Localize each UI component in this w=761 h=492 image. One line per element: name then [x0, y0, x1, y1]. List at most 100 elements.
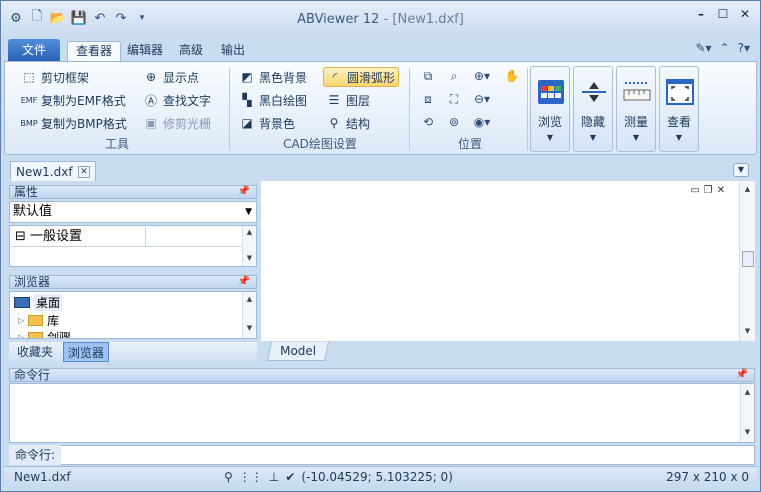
tab-new1-dxf[interactable]: New1.dxf ✕ [10, 161, 96, 181]
copy-bmp-button[interactable]: BMP 复制为BMP格式 [20, 113, 127, 133]
group-divider [527, 68, 528, 150]
expand-icon[interactable]: ▷ [18, 316, 24, 325]
show-points-label: 显示点 [163, 70, 200, 85]
command-input[interactable] [9, 445, 755, 465]
restore-icon[interactable]: ❐ [704, 185, 713, 196]
general-settings-row[interactable]: ⊟ 一般设置 [11, 227, 245, 247]
fit-window-icon[interactable]: ⧉ [419, 67, 437, 85]
trim-raster-button[interactable]: ▣ 修剪光栅 [143, 113, 211, 133]
pin-icon[interactable]: 📌 [238, 186, 250, 198]
properties-combo[interactable]: 默认值 ▼ [9, 201, 257, 223]
pin-icon[interactable]: 📌 [238, 276, 250, 288]
scroll-up-icon[interactable]: ▲ [741, 388, 754, 396]
tab-output[interactable]: 输出 [213, 41, 253, 61]
view-button[interactable]: 查看 ▼ [659, 66, 699, 152]
ortho-icon[interactable]: ⊥ [269, 467, 279, 487]
tree-node-library[interactable]: ▷ 库 [18, 312, 59, 329]
snap-icon[interactable]: ⚲ [224, 467, 233, 487]
scroll-thumb[interactable] [742, 251, 754, 267]
structure-button[interactable]: ⚲ 结构 [326, 113, 370, 133]
hide-button[interactable]: 隐藏 ▼ [573, 66, 613, 152]
background-color-button[interactable]: ◪ 背景色 [239, 113, 295, 133]
pan-hand-icon[interactable]: ✋ [503, 67, 521, 85]
scroll-up-icon[interactable]: ▲ [243, 228, 256, 236]
clip-frame-button[interactable]: ⬚ 剪切框架 [21, 67, 89, 87]
zoom-realtime-icon[interactable]: ◉▾ [473, 113, 491, 131]
scroll-down-icon[interactable]: ▼ [243, 254, 256, 262]
tree-node-other[interactable]: ▷ 剑骤 [18, 329, 71, 338]
maximize-icon[interactable]: ☐ [714, 7, 732, 23]
status-bar: New1.dxf ⚲ ⋮⋮ ⊥ ✔ (-10.04529; 5.103225; … [4, 466, 757, 488]
group-label-cad-settings: CAD绘图设置 [283, 137, 357, 151]
tab-advanced[interactable]: 高级 [171, 41, 211, 61]
polar-icon[interactable]: ✔ [285, 467, 295, 487]
orbit-icon[interactable]: ⊚ [445, 113, 463, 131]
help-icon[interactable]: ?▾ [738, 41, 750, 55]
column-divider [145, 227, 146, 247]
drawing-canvas[interactable]: ▭ ❐ ✕ [261, 181, 739, 341]
copy-bmp-label: 复制为BMP格式 [41, 116, 127, 131]
bw-drawing-icon: ▚ [242, 93, 252, 107]
zoom-out-icon[interactable]: ⊖▾ [473, 90, 491, 108]
pen-options-icon[interactable]: ✎▾ [695, 41, 711, 55]
collapse-icon[interactable]: ⊟ [15, 229, 26, 244]
zoom-extents-icon[interactable]: ⛶ [445, 90, 463, 108]
collapse-ribbon-icon[interactable]: ⌃ [720, 41, 730, 55]
status-tools: ⚲ ⋮⋮ ⊥ ✔ (-10.04529; 5.103225; 0) [224, 467, 453, 487]
tree-label-library: 库 [47, 314, 60, 328]
expand-icon[interactable]: ▷ [18, 333, 24, 338]
find-text-button[interactable]: Ⓐ 查找文字 [143, 90, 211, 110]
properties-scrollbar[interactable]: ▲ ▼ [242, 226, 256, 266]
layers-button[interactable]: ☰ 图层 [326, 90, 370, 110]
grid-icon[interactable]: ⋮⋮ [239, 467, 263, 487]
browser-scrollbar[interactable]: ▲ ▼ [242, 292, 256, 338]
tab-editor[interactable]: 编辑器 [119, 41, 171, 61]
group-label-position: 位置 [457, 137, 482, 151]
canvas-vertical-scrollbar[interactable]: ▲ ▼ [739, 181, 755, 341]
emf-icon: EMF [20, 95, 38, 105]
rotate-3d-icon[interactable]: ⟲ [419, 113, 437, 131]
bmp-icon: BMP [20, 118, 38, 128]
tab-model[interactable]: Model [266, 342, 330, 361]
zoom-in-icon[interactable]: ⊕▾ [473, 67, 491, 85]
tab-list-dropdown-icon[interactable]: ▼ [733, 163, 749, 177]
window-controls: – ☐ ✕ [692, 7, 754, 23]
properties-panel-header: 属性 📌 [9, 185, 257, 199]
tab-viewer[interactable]: 查看器 [67, 41, 122, 61]
scroll-down-icon[interactable]: ▼ [741, 428, 754, 436]
bw-drawing-button[interactable]: ▚ 黑白绘图 [239, 90, 307, 110]
black-background-label: 黑色背景 [259, 70, 308, 85]
command-scrollbar[interactable]: ▲ ▼ [740, 384, 754, 442]
tab-browser[interactable]: 浏览器 [63, 342, 110, 362]
show-points-button[interactable]: ⊕ 显示点 [143, 67, 199, 87]
scroll-down-icon[interactable]: ▼ [243, 324, 256, 332]
panel-bottom-tabs: 收藏夹 浏览器 [9, 342, 257, 362]
ribbon-group-tools: ⬚ 剪切框架 EMF 复制为EMF格式 BMP 复制为BMP格式 ⊕ 显示点 Ⓐ 查找文字… [5, 62, 229, 154]
close-icon[interactable]: ✕ [736, 7, 754, 23]
previous-view-icon[interactable]: ⧈ [419, 90, 437, 108]
tree-node-desktop[interactable]: 桌面 [14, 294, 63, 311]
measure-button[interactable]: 测量 ▼ [616, 66, 656, 152]
model-tab-label: Model [280, 344, 317, 358]
scroll-up-icon[interactable]: ▲ [243, 295, 256, 303]
minimize-icon[interactable]: – [692, 7, 710, 23]
pin-icon[interactable]: 📌 [736, 369, 748, 381]
close-tab-icon[interactable]: ✕ [78, 165, 90, 178]
tab-favorites[interactable]: 收藏夹 [13, 342, 57, 362]
zoom-window-icon[interactable]: ⌕ [445, 67, 463, 85]
minimize-icon[interactable]: ▭ [690, 185, 699, 196]
scroll-down-icon[interactable]: ▼ [740, 327, 755, 335]
file-menu-tab[interactable]: 文件 [8, 39, 60, 61]
status-drawing-size: 297 x 210 x 0 [666, 470, 749, 484]
background-color-label: 背景色 [259, 116, 296, 131]
smooth-arcs-label: 圆滑弧形 [347, 70, 396, 85]
copy-emf-button[interactable]: EMF 复制为EMF格式 [21, 90, 126, 110]
black-background-button[interactable]: ◩ 黑色背景 [239, 67, 307, 87]
close-icon[interactable]: ✕ [717, 185, 725, 196]
browser-tree: 桌面 ▷ 库 ▷ 剑骤 ▲ ▼ [9, 291, 257, 339]
browse-label: 浏览 [537, 115, 562, 129]
browse-button[interactable]: 浏览 ▼ [530, 66, 570, 152]
scroll-up-icon[interactable]: ▲ [740, 185, 755, 193]
trim-raster-label: 修剪光栅 [163, 116, 212, 131]
smooth-arcs-button[interactable]: ◜ 圆滑弧形 [323, 67, 400, 87]
